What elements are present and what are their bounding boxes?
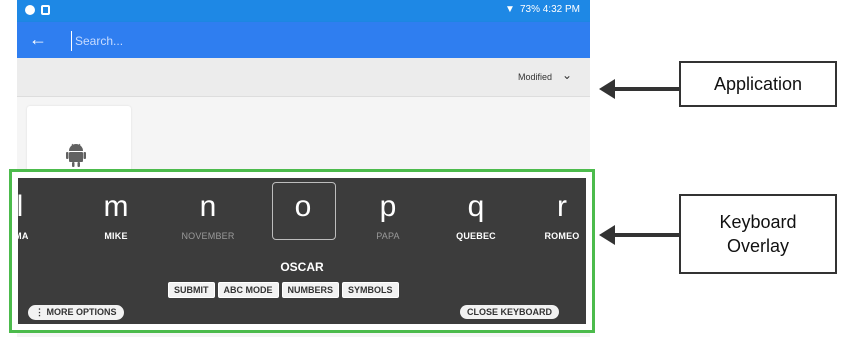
application-callout-label: Application	[713, 74, 803, 94]
wifi-icon: ▼	[505, 4, 515, 15]
abc-mode-button[interactable]: ABC MODE	[217, 282, 279, 298]
letter: l	[18, 190, 24, 223]
letter-word: QUEBEC	[456, 231, 496, 241]
letter-key-r[interactable]: r ROMEO	[532, 178, 586, 241]
notification-icon	[41, 5, 50, 15]
android-icon	[66, 143, 86, 167]
keyboard-overlay-arrow	[599, 225, 679, 245]
keyboard-overlay: l IMA m MIKE n NOVEMBER o p PAPA q QUEBE…	[9, 169, 595, 333]
letter-word: IMA	[18, 231, 29, 241]
letter: m	[103, 190, 129, 223]
sort-dropdown-label[interactable]: Modified	[518, 72, 552, 82]
application-callout: Application	[679, 61, 837, 107]
letter-key-l[interactable]: l IMA	[18, 178, 40, 241]
numbers-button[interactable]: NUMBERS	[281, 282, 340, 298]
application-arrow	[599, 79, 679, 99]
keyboard-callout-line2: Overlay	[726, 236, 789, 256]
letter-word: PAPA	[376, 231, 400, 241]
mode-buttons: SUBMIT ABC MODE NUMBERS SYMBOLS	[168, 282, 399, 298]
status-text: 73% 4:32 PM	[519, 4, 580, 15]
more-options-button[interactable]: ⋮ MORE OPTIONS	[28, 305, 124, 320]
letter-key-q[interactable]: q QUEBEC	[446, 178, 506, 241]
chevron-down-icon[interactable]: ⌄	[562, 68, 572, 82]
submit-button[interactable]: SUBMIT	[168, 282, 215, 298]
letter: p	[379, 190, 397, 223]
letter-word: ROMEO	[544, 231, 580, 241]
current-word: OSCAR	[280, 260, 324, 274]
letter-key-n[interactable]: n NOVEMBER	[168, 178, 248, 241]
keyboard-overlay-callout: Keyboard Overlay	[679, 194, 837, 274]
app-bar: ←	[17, 22, 590, 58]
close-keyboard-button[interactable]: CLOSE KEYBOARD	[460, 305, 560, 319]
letter: r	[557, 190, 567, 223]
letter: q	[467, 190, 485, 223]
status-dot-icon	[25, 5, 35, 15]
symbols-button[interactable]: SYMBOLS	[342, 282, 399, 298]
letter: n	[199, 190, 217, 223]
search-input[interactable]	[71, 31, 377, 51]
keyboard-panel: l IMA m MIKE n NOVEMBER o p PAPA q QUEBE…	[18, 178, 586, 324]
back-arrow-icon[interactable]: ←	[29, 30, 47, 48]
letter: o	[294, 190, 312, 223]
letter-key-p[interactable]: p PAPA	[358, 178, 418, 241]
sort-bar: Modified ⌄	[17, 58, 590, 97]
letter-key-m[interactable]: m MIKE	[86, 178, 146, 241]
letter-word: MIKE	[104, 231, 128, 241]
letter-key-o[interactable]: o	[272, 178, 334, 224]
letter-word: NOVEMBER	[181, 231, 235, 241]
keyboard-callout-line1: Keyboard	[719, 212, 797, 232]
status-bar: ▼ 73% 4:32 PM	[17, 0, 590, 22]
